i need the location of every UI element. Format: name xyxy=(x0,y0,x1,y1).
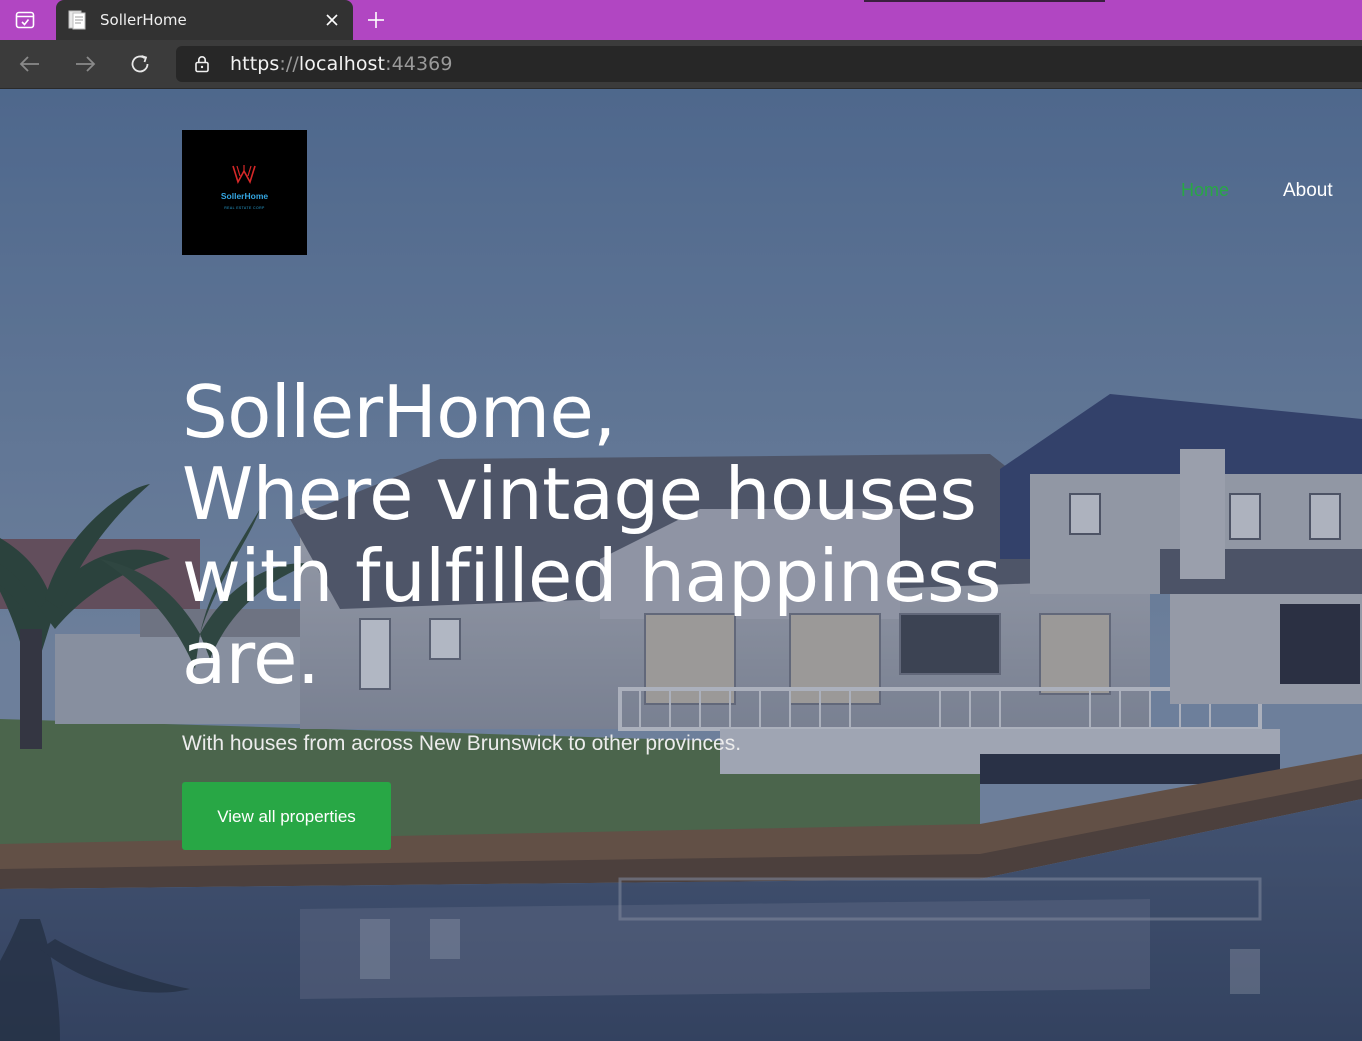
hero-heading-line: SollerHome, xyxy=(182,370,616,454)
page-viewport: SollerHome REAL ESTATE CORP Home About S… xyxy=(0,89,1362,1041)
nav-link-home[interactable]: Home xyxy=(1181,180,1229,201)
hero-heading-line: are. xyxy=(182,616,320,700)
tab-title: SollerHome xyxy=(100,11,187,29)
browser-toolbar: https://localhost:44369 xyxy=(0,40,1362,89)
browser-tab[interactable]: SollerHome xyxy=(56,0,353,40)
hero-heading: SollerHome, Where vintage houses with fu… xyxy=(182,371,1082,699)
address-bar[interactable]: https://localhost:44369 xyxy=(176,46,1362,82)
logo-mark-icon xyxy=(232,165,256,185)
nav-link-about[interactable]: About xyxy=(1283,180,1333,202)
lock-icon[interactable] xyxy=(192,54,212,74)
refresh-icon[interactable] xyxy=(127,51,153,77)
logo-name: SollerHome xyxy=(220,191,269,201)
tab-bar: SollerHome xyxy=(0,0,1362,40)
browser-window: SollerHome https://localhost:44369 Solle… xyxy=(0,0,1362,1041)
hero-heading-line: Where vintage houses xyxy=(182,452,977,536)
url-port: :44369 xyxy=(385,53,453,75)
url-host: localhost xyxy=(298,53,386,75)
tab-actions-icon[interactable] xyxy=(14,9,36,31)
new-tab-icon[interactable] xyxy=(364,8,388,32)
page-favicon-icon xyxy=(68,10,86,30)
hero-subtitle: With houses from across New Brunswick to… xyxy=(182,732,742,755)
url-separator: :// xyxy=(279,53,299,75)
view-all-properties-button[interactable]: View all properties xyxy=(182,782,391,850)
close-tab-icon[interactable] xyxy=(323,11,341,29)
logo-tagline: REAL ESTATE CORP xyxy=(224,206,265,210)
site-logo[interactable]: SollerHome REAL ESTATE CORP xyxy=(182,130,307,255)
tab-strip-indicator xyxy=(864,0,1105,2)
back-arrow-icon[interactable] xyxy=(17,51,43,77)
url-scheme: https xyxy=(230,53,280,75)
url-text: https://localhost:44369 xyxy=(230,53,453,75)
hero-heading-line: with fulfilled happiness xyxy=(182,534,1002,618)
forward-arrow-icon[interactable] xyxy=(72,51,98,77)
